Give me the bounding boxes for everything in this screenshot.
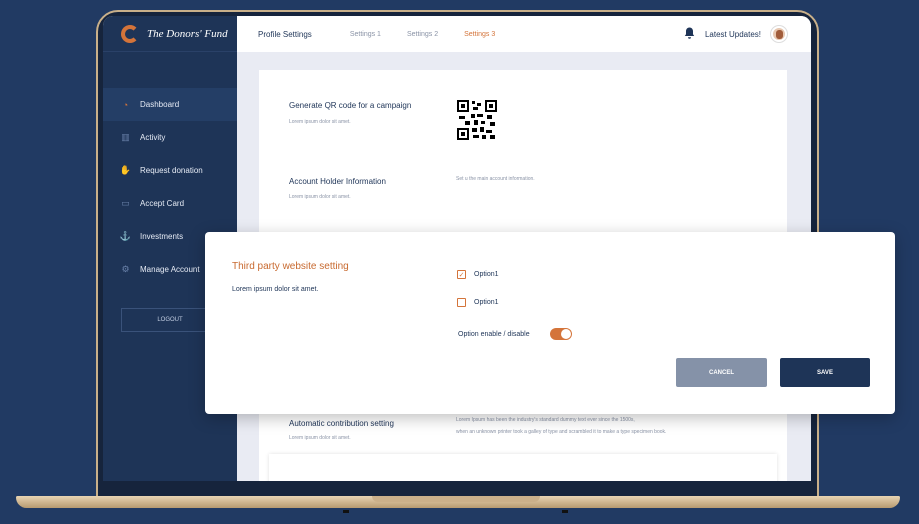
cancel-button[interactable]: CANCEL <box>676 358 767 387</box>
account-section-subtitle: Lorem ipsum dolor sit amet. <box>289 194 351 200</box>
sidebar-item-label: Activity <box>140 133 166 142</box>
logo-icon <box>121 24 139 43</box>
contribution-section-subtitle: Lorem ipsum dolor sit amet. <box>289 435 351 441</box>
gauge-icon: ◔ <box>122 99 129 110</box>
toggle-knob <box>560 329 571 339</box>
top-right-actions: Latest Updates! <box>684 16 787 52</box>
modal-subtitle: Lorem ipsum dolor sit amet. <box>232 286 319 293</box>
contribution-desc-line-1: Lorem Ipsum has been the industry's stan… <box>456 417 635 423</box>
bell-icon[interactable] <box>684 27 695 42</box>
contribution-section-title: Automatic contribution setting <box>289 419 394 428</box>
qr-section-subtitle: Lorem ipsum dolor sit amet. <box>289 119 351 125</box>
sidebar-item-label: Investments <box>140 232 184 241</box>
laptop-foot <box>343 510 349 513</box>
sidebar-item-label: Dashboard <box>140 100 180 109</box>
checkbox-checked-icon[interactable]: ✓ <box>457 270 466 279</box>
checkbox-unchecked-icon[interactable] <box>457 298 466 307</box>
option-label: Option1 <box>474 299 499 306</box>
sidebar-item-dashboard[interactable]: ◔ Dashboard <box>103 88 237 121</box>
laptop-notch <box>372 496 540 502</box>
toggle-label: Option enable / disable <box>458 330 530 338</box>
option-1-checkbox-row[interactable]: ✓ Option1 <box>457 270 499 279</box>
modal-title: Third party website setting <box>232 261 349 272</box>
qr-section-title: Generate QR code for a campaign <box>289 101 412 110</box>
card-icon: ▭ <box>121 198 130 208</box>
enable-toggle[interactable] <box>549 328 572 340</box>
account-section-title: Account Holder Information <box>289 177 386 186</box>
account-section-description: Set u the main account information. <box>456 176 535 182</box>
save-button[interactable]: SAVE <box>780 358 870 387</box>
tab-profile-settings[interactable]: Profile Settings <box>258 30 312 39</box>
contribution-desc-line-2: when an unknown printer took a galley of… <box>456 429 667 435</box>
option-label: Option1 <box>474 271 499 278</box>
investment-icon: ⚓ <box>119 231 132 241</box>
sidebar-item-label: Request donation <box>140 166 203 175</box>
tab-settings-1[interactable]: Settings 1 <box>350 31 381 38</box>
laptop-foot <box>562 510 568 513</box>
option-2-checkbox-row[interactable]: Option1 <box>457 298 499 307</box>
gear-icon: ⚙ <box>121 264 130 274</box>
avatar[interactable] <box>771 26 787 42</box>
enable-toggle-row: Option enable / disable <box>458 328 572 340</box>
next-section-card <box>269 454 777 481</box>
chart-icon: ▥ <box>121 132 130 142</box>
hand-icon: ✋ <box>119 165 132 175</box>
top-bar: Profile Settings Settings 1 Settings 2 S… <box>237 16 811 52</box>
tab-settings-3[interactable]: Settings 3 <box>464 31 495 38</box>
qr-code[interactable] <box>457 100 497 140</box>
tab-settings-2[interactable]: Settings 2 <box>407 31 438 38</box>
sidebar-item-request-donation[interactable]: ✋ Request donation <box>103 154 237 187</box>
sidebar-item-accept-card[interactable]: ▭ Accept Card <box>103 187 237 220</box>
third-party-settings-modal: Third party website setting Lorem ipsum … <box>205 232 895 414</box>
avatar-face <box>775 29 783 39</box>
latest-updates-link[interactable]: Latest Updates! <box>705 30 761 39</box>
sidebar-item-label: Manage Account <box>140 265 200 274</box>
sidebar-item-label: Accept Card <box>140 199 185 208</box>
sidebar-item-activity[interactable]: ▥ Activity <box>103 121 237 154</box>
logo[interactable]: The Donors' Fund <box>103 16 237 52</box>
logo-text: The Donors' Fund <box>147 27 228 40</box>
